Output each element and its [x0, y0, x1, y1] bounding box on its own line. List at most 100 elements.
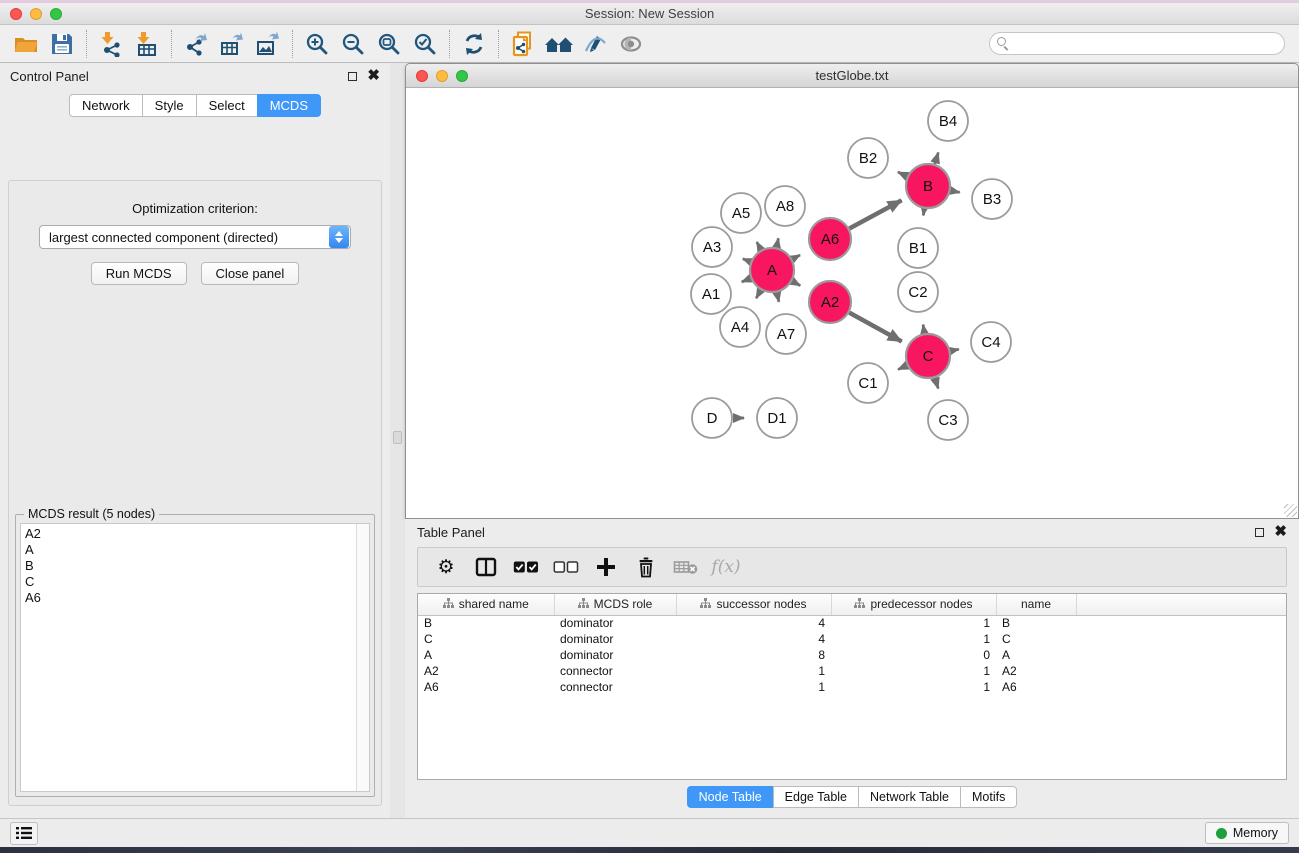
float-panel-icon[interactable] — [348, 72, 357, 81]
network-window-titlebar[interactable]: testGlobe.txt — [406, 64, 1298, 88]
table-row[interactable]: Adominator80A — [418, 647, 1286, 663]
task-history-button[interactable] — [10, 822, 38, 845]
graph-edge-A-A6[interactable] — [792, 255, 800, 259]
column-header-predecessor-nodes[interactable]: predecessor nodes — [831, 594, 996, 615]
open-session-icon[interactable] — [8, 28, 44, 60]
tab-mcds[interactable]: MCDS — [257, 94, 321, 117]
column-header-shared-name[interactable]: shared name — [418, 594, 554, 615]
zoom-out-icon[interactable] — [335, 28, 371, 60]
zoom-selected-icon[interactable] — [407, 28, 443, 60]
table-row[interactable]: A2connector11A2 — [418, 663, 1286, 679]
graph-node-B2[interactable]: B2 — [848, 138, 888, 178]
export-table-icon[interactable] — [214, 28, 250, 60]
show-graphics-details-icon[interactable] — [613, 28, 649, 60]
graph-node-C[interactable]: C — [906, 334, 950, 378]
deselect-all-icon[interactable] — [546, 550, 586, 584]
tab-edge-table[interactable]: Edge Table — [773, 786, 859, 808]
import-network-icon[interactable] — [93, 28, 129, 60]
zoom-fit-icon[interactable] — [371, 28, 407, 60]
home-icon[interactable] — [541, 28, 577, 60]
select-all-icon[interactable] — [506, 550, 546, 584]
graph-edge-A-A8[interactable] — [777, 238, 779, 247]
column-header-name[interactable]: name — [996, 594, 1076, 615]
graph-node-A6[interactable]: A6 — [809, 218, 851, 260]
tab-network[interactable]: Network — [69, 94, 143, 117]
table-settings-icon[interactable]: ⚙ — [426, 550, 466, 584]
table-row[interactable]: A6connector11A6 — [418, 679, 1286, 695]
graph-edge-A-A5[interactable] — [757, 242, 761, 250]
graph-edge-A2-C[interactable] — [849, 313, 901, 342]
graph-node-B4[interactable]: B4 — [928, 101, 968, 141]
hide-labels-icon[interactable] — [577, 28, 613, 60]
table-float-panel-icon[interactable] — [1255, 528, 1264, 537]
delete-table-icon[interactable] — [666, 550, 706, 584]
close-panel-button[interactable]: Close panel — [201, 262, 300, 285]
graph-edge-B-B1[interactable] — [923, 209, 924, 216]
graph-node-B3[interactable]: B3 — [972, 179, 1012, 219]
network-from-clipboard-icon[interactable] — [505, 28, 541, 60]
graph-node-C4[interactable]: C4 — [971, 322, 1011, 362]
search-input[interactable] — [989, 32, 1285, 55]
graph-edge-C-C3[interactable] — [935, 378, 938, 389]
graph-node-D1[interactable]: D1 — [757, 398, 797, 438]
graph-node-A8[interactable]: A8 — [765, 186, 805, 226]
criterion-select[interactable]: largest connected component (directed) — [39, 225, 351, 249]
tab-network-table[interactable]: Network Table — [858, 786, 961, 808]
table-close-panel-icon[interactable]: ✖ — [1274, 527, 1287, 537]
column-view-icon[interactable] — [466, 550, 506, 584]
tab-node-table[interactable]: Node Table — [687, 786, 774, 808]
graph-edge-B-B2[interactable] — [898, 172, 907, 176]
table-row[interactable]: Bdominator41B — [418, 615, 1286, 631]
graph-node-A2[interactable]: A2 — [809, 281, 851, 323]
window-resize-grip[interactable] — [1284, 504, 1297, 517]
memory-button[interactable]: Memory — [1205, 822, 1289, 844]
save-session-icon[interactable] — [44, 28, 80, 60]
tab-motifs[interactable]: Motifs — [960, 786, 1017, 808]
graph-edge-A-A7[interactable] — [777, 293, 779, 302]
mcds-result-item[interactable]: C — [25, 574, 352, 590]
import-table-icon[interactable] — [129, 28, 165, 60]
graph-node-D[interactable]: D — [692, 398, 732, 438]
function-builder-icon[interactable]: f(x) — [706, 550, 746, 584]
export-network-icon[interactable] — [178, 28, 214, 60]
mcds-result-item[interactable]: B — [25, 558, 352, 574]
graph-node-A5[interactable]: A5 — [721, 193, 761, 233]
graph-node-C2[interactable]: C2 — [898, 272, 938, 312]
panel-splitter[interactable] — [390, 63, 405, 818]
export-image-icon[interactable] — [250, 28, 286, 60]
graph-node-C3[interactable]: C3 — [928, 400, 968, 440]
graph-edge-A6-B[interactable] — [849, 200, 901, 228]
mcds-result-item[interactable]: A2 — [25, 526, 352, 542]
graph-edge-C-C4[interactable] — [951, 349, 959, 351]
graph-node-A3[interactable]: A3 — [692, 227, 732, 267]
mcds-result-item[interactable]: A — [25, 542, 352, 558]
tab-select[interactable]: Select — [196, 94, 258, 117]
graph-edge-B-B3[interactable] — [951, 191, 960, 193]
graph-node-A[interactable]: A — [750, 248, 794, 292]
splitter-grip[interactable] — [393, 431, 402, 444]
graph-edge-B-B4[interactable] — [935, 153, 939, 165]
refresh-icon[interactable] — [456, 28, 492, 60]
graph-edge-A-A3[interactable] — [743, 259, 751, 262]
graph-edge-A-A4[interactable] — [756, 290, 761, 298]
column-header-successor-nodes[interactable]: successor nodes — [676, 594, 831, 615]
table-row[interactable]: Cdominator41C — [418, 631, 1286, 647]
graph-node-C1[interactable]: C1 — [848, 363, 888, 403]
graph-edge-A-A2[interactable] — [792, 281, 800, 286]
graph-node-B[interactable]: B — [906, 164, 950, 208]
graph-node-A1[interactable]: A1 — [691, 274, 731, 314]
network-canvas[interactable]: B4 B2 B B3 B1 A5A8A6 A3 A C2 A1 A2 A4A7 C C4 C1 C3 D D1 — [406, 88, 1298, 518]
graph-node-A4[interactable]: A4 — [720, 307, 760, 347]
column-header-mcds-role[interactable]: MCDS role — [554, 594, 676, 615]
result-scrollbar[interactable] — [356, 524, 369, 791]
delete-column-icon[interactable] — [626, 550, 666, 584]
graph-node-A7[interactable]: A7 — [766, 314, 806, 354]
graph-edge-A-A1[interactable] — [742, 278, 751, 282]
add-column-icon[interactable] — [586, 550, 626, 584]
graph-node-B1[interactable]: B1 — [898, 228, 938, 268]
run-mcds-button[interactable]: Run MCDS — [91, 262, 187, 285]
graph-edge-C-C2[interactable] — [923, 325, 924, 334]
graph-edge-C-C1[interactable] — [898, 365, 907, 369]
zoom-in-icon[interactable] — [299, 28, 335, 60]
tab-style[interactable]: Style — [142, 94, 197, 117]
